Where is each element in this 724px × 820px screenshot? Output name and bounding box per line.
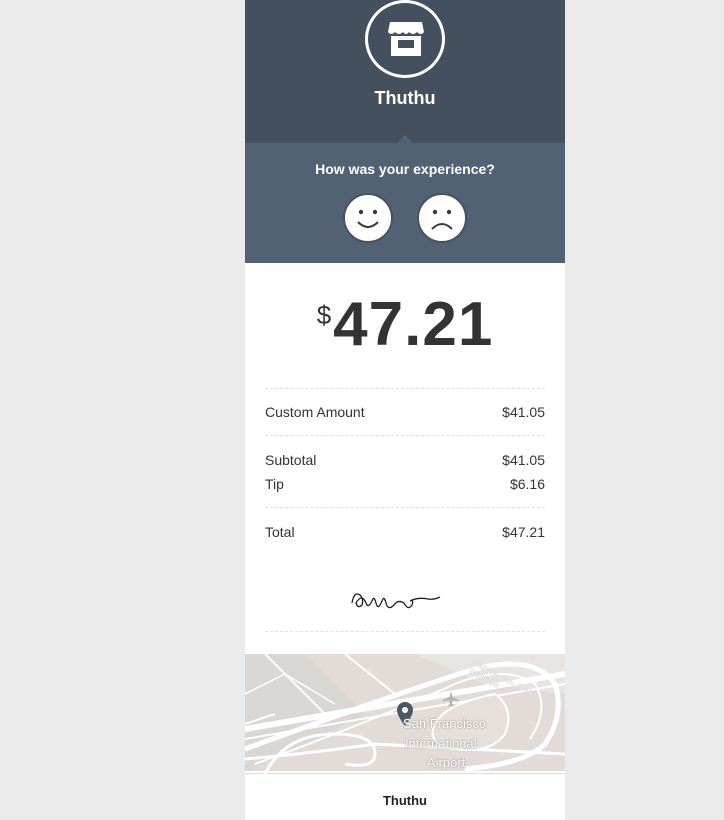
subtotal-amount: $41.05 bbox=[502, 452, 545, 468]
merchant-logo bbox=[365, 0, 445, 78]
divider bbox=[265, 507, 545, 508]
header-notch bbox=[396, 135, 414, 144]
line-item: Custom Amount $41.05 bbox=[265, 404, 545, 422]
map-place-label: San Francisco bbox=[403, 716, 487, 731]
location-map[interactable]: San Francisco International Airport Walk… bbox=[245, 654, 565, 774]
receipt-card: Thuthu How was your experience? $47.21 C… bbox=[245, 0, 565, 820]
smiley-face-icon bbox=[357, 209, 379, 228]
map-place-label: International bbox=[405, 736, 477, 751]
sad-feedback-button[interactable] bbox=[417, 193, 467, 243]
map-place-label: Airport bbox=[427, 755, 466, 770]
divider bbox=[265, 388, 545, 389]
total-amount-display: $47.21 bbox=[245, 292, 565, 358]
line-item-label: Custom Amount bbox=[265, 404, 365, 420]
divider bbox=[265, 631, 545, 632]
total-row: Total $47.21 bbox=[265, 524, 545, 542]
airplane-icon bbox=[443, 691, 459, 707]
total-amount-value: 47.21 bbox=[333, 290, 494, 359]
tip-row: Tip $6.16 bbox=[265, 476, 545, 494]
subtotal-row: Subtotal $41.05 bbox=[265, 452, 545, 470]
line-item-amount: $41.05 bbox=[502, 404, 545, 420]
divider bbox=[265, 435, 545, 436]
currency-symbol: $ bbox=[316, 300, 332, 330]
storefront-icon bbox=[388, 22, 424, 56]
total-label: Total bbox=[265, 524, 295, 540]
tip-amount: $6.16 bbox=[509, 476, 545, 492]
frowny-face-icon bbox=[431, 209, 453, 230]
signature-image bbox=[351, 593, 441, 609]
total-amount: $47.21 bbox=[502, 524, 545, 540]
merchant-name: Thuthu bbox=[374, 88, 436, 108]
subtotal-label: Subtotal bbox=[265, 452, 317, 468]
footer-merchant-name: Thuthu bbox=[382, 793, 428, 808]
feedback-question: How was your experience? bbox=[315, 161, 495, 177]
happy-feedback-button[interactable] bbox=[343, 193, 393, 243]
merchant-header: Thuthu bbox=[245, 0, 565, 143]
tip-label: Tip bbox=[265, 476, 284, 492]
feedback-panel: How was your experience? bbox=[245, 135, 565, 263]
